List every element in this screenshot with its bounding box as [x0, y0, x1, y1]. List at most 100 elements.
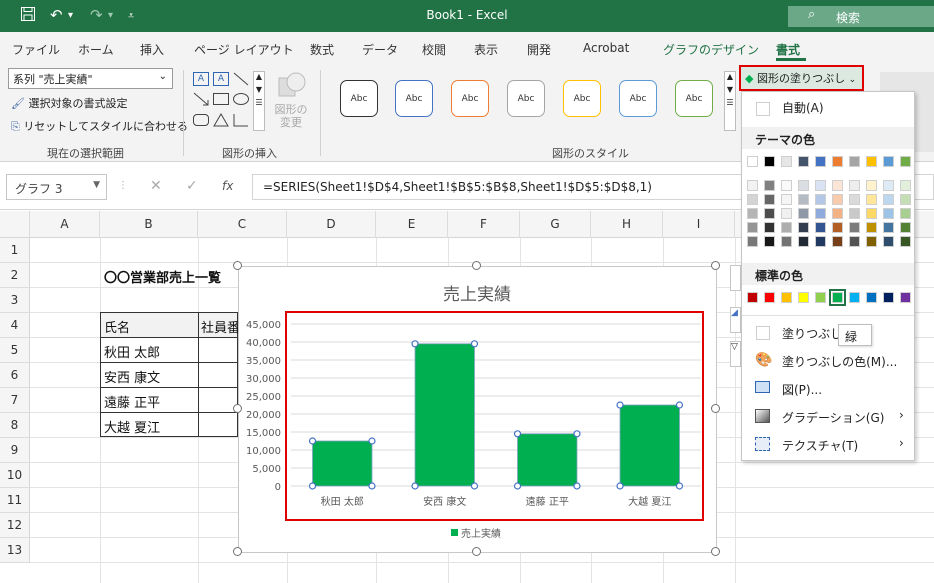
column-header-g[interactable]: G	[520, 211, 591, 238]
tab-page-layout[interactable]: ページ レイアウト	[194, 41, 294, 58]
search-box[interactable]: ⌕ 検索	[788, 6, 934, 27]
shapes-gallery-scroll[interactable]: ▲ ▼ ☰	[253, 71, 265, 131]
theme-shade-swatch[interactable]	[832, 194, 843, 205]
chart-resize-handle[interactable]	[233, 261, 242, 270]
theme-shade-swatch[interactable]	[781, 236, 792, 247]
chevron-down-icon[interactable]: ▼	[93, 180, 100, 190]
theme-shade-swatch[interactable]	[815, 194, 826, 205]
shape-style-7[interactable]: Abc	[675, 80, 713, 117]
name-cell[interactable]: 遠藤 正平	[104, 392, 160, 411]
row-header-11[interactable]: 11	[0, 488, 30, 513]
theme-shade-swatch[interactable]	[849, 180, 860, 191]
standard-color-swatch[interactable]	[900, 292, 911, 303]
chart-filters-button[interactable]: ▽	[730, 341, 741, 367]
vertical-text-box-icon[interactable]: A	[213, 72, 229, 86]
column-header-c[interactable]: C	[198, 211, 287, 238]
theme-shade-swatch[interactable]	[798, 222, 809, 233]
header-id-cell[interactable]: 社員番	[201, 317, 240, 336]
standard-color-swatch[interactable]	[781, 292, 792, 303]
theme-shade-swatch[interactable]	[832, 180, 843, 191]
theme-shade-swatch[interactable]	[832, 222, 843, 233]
theme-shade-swatch[interactable]	[764, 222, 775, 233]
column-header-h[interactable]: H	[591, 211, 663, 238]
row-header-8[interactable]: 8	[0, 413, 30, 438]
theme-shade-swatch[interactable]	[747, 208, 758, 219]
theme-color-swatch[interactable]	[900, 156, 911, 167]
standard-color-swatch[interactable]	[747, 292, 758, 303]
insert-function-icon[interactable]: fx	[222, 179, 233, 193]
format-selection-button[interactable]: 🖌 選択対象の書式設定	[11, 95, 127, 111]
tab-data[interactable]: データ	[362, 41, 398, 58]
standard-color-swatch[interactable]	[866, 292, 877, 303]
column-header-b[interactable]: B	[100, 211, 198, 238]
theme-shade-swatch[interactable]	[832, 236, 843, 247]
column-header-a[interactable]: A	[30, 211, 100, 238]
shape-style-6[interactable]: Abc	[619, 80, 657, 117]
chart-resize-handle[interactable]	[711, 547, 720, 556]
reset-style-button[interactable]: ⎘ リセットしてスタイルに合わせる	[11, 118, 188, 134]
theme-shade-swatch[interactable]	[798, 194, 809, 205]
cancel-icon[interactable]: ✕	[150, 178, 162, 194]
theme-shade-swatch[interactable]	[747, 236, 758, 247]
sheet-title-cell[interactable]: 〇〇営業部売上一覧	[104, 267, 221, 286]
row-header-6[interactable]: 6	[0, 363, 30, 388]
arrow-icon[interactable]	[193, 92, 209, 106]
tab-file[interactable]: ファイル	[12, 41, 60, 58]
change-shape-button[interactable]: 図形の 変更	[272, 70, 310, 134]
theme-shade-swatch[interactable]	[900, 180, 911, 191]
shapes-gallery[interactable]: A A	[191, 70, 251, 132]
row-header-9[interactable]: 9	[0, 438, 30, 463]
row-header-5[interactable]: 5	[0, 338, 30, 363]
scroll-down-icon[interactable]: ▼	[254, 85, 264, 94]
row-header-1[interactable]: 1	[0, 238, 30, 263]
theme-shade-swatch[interactable]	[798, 208, 809, 219]
shape-styles-scroll[interactable]: ▲ ▼ ☰	[724, 71, 736, 131]
header-name-cell[interactable]: 氏名	[104, 317, 130, 336]
column-header-e[interactable]: E	[376, 211, 448, 238]
theme-shade-swatch[interactable]	[866, 222, 877, 233]
shape-style-5[interactable]: Abc	[563, 80, 601, 117]
row-header-7[interactable]: 7	[0, 388, 30, 413]
theme-color-swatch[interactable]	[849, 156, 860, 167]
theme-shade-swatch[interactable]	[849, 236, 860, 247]
menu-texture[interactable]: テクスチャ(T) ›	[742, 433, 914, 457]
tab-chart-design[interactable]: グラフのデザイン	[663, 41, 759, 58]
row-header-13[interactable]: 13	[0, 538, 30, 563]
shape-style-3[interactable]: Abc	[451, 80, 489, 117]
theme-shade-swatch[interactable]	[815, 236, 826, 247]
chart-styles-button[interactable]: ◢	[730, 307, 741, 333]
enter-icon[interactable]: ✓	[186, 178, 198, 194]
shape-style-4[interactable]: Abc	[507, 80, 545, 117]
column-header-i[interactable]: I	[663, 211, 735, 238]
theme-shade-swatch[interactable]	[883, 194, 894, 205]
theme-shade-swatch[interactable]	[781, 194, 792, 205]
triangle-icon[interactable]	[213, 113, 229, 127]
name-cell[interactable]: 大越 夏江	[104, 417, 160, 436]
theme-color-swatch[interactable]	[832, 156, 843, 167]
theme-shade-swatch[interactable]	[815, 222, 826, 233]
theme-shade-swatch[interactable]	[764, 194, 775, 205]
standard-color-swatch[interactable]	[849, 292, 860, 303]
oval-icon[interactable]	[233, 93, 249, 105]
chart-resize-handle[interactable]	[233, 547, 242, 556]
chart-elements-button[interactable]	[730, 265, 741, 291]
scroll-up-icon[interactable]: ▲	[725, 72, 735, 81]
menu-more-colors[interactable]: 🎨 塗りつぶしの色(M)...	[742, 349, 914, 373]
theme-shade-swatch[interactable]	[900, 222, 911, 233]
theme-shade-swatch[interactable]	[781, 180, 792, 191]
menu-auto[interactable]: 自動(A)	[742, 95, 914, 119]
theme-shade-swatch[interactable]	[900, 236, 911, 247]
line-icon[interactable]	[233, 72, 249, 86]
drag-handle-icon[interactable]: ⋮	[118, 180, 128, 191]
theme-shade-swatch[interactable]	[883, 180, 894, 191]
theme-shade-swatch[interactable]	[798, 180, 809, 191]
text-box-icon[interactable]: A	[193, 72, 209, 86]
chart-resize-handle[interactable]	[472, 261, 481, 270]
more-shapes-icon[interactable]: ☰	[254, 98, 264, 107]
theme-color-swatch[interactable]	[747, 156, 758, 167]
select-all-corner[interactable]	[0, 211, 30, 238]
theme-shade-swatch[interactable]	[849, 194, 860, 205]
theme-shade-swatch[interactable]	[764, 180, 775, 191]
theme-shade-swatch[interactable]	[866, 208, 877, 219]
theme-color-swatch[interactable]	[883, 156, 894, 167]
